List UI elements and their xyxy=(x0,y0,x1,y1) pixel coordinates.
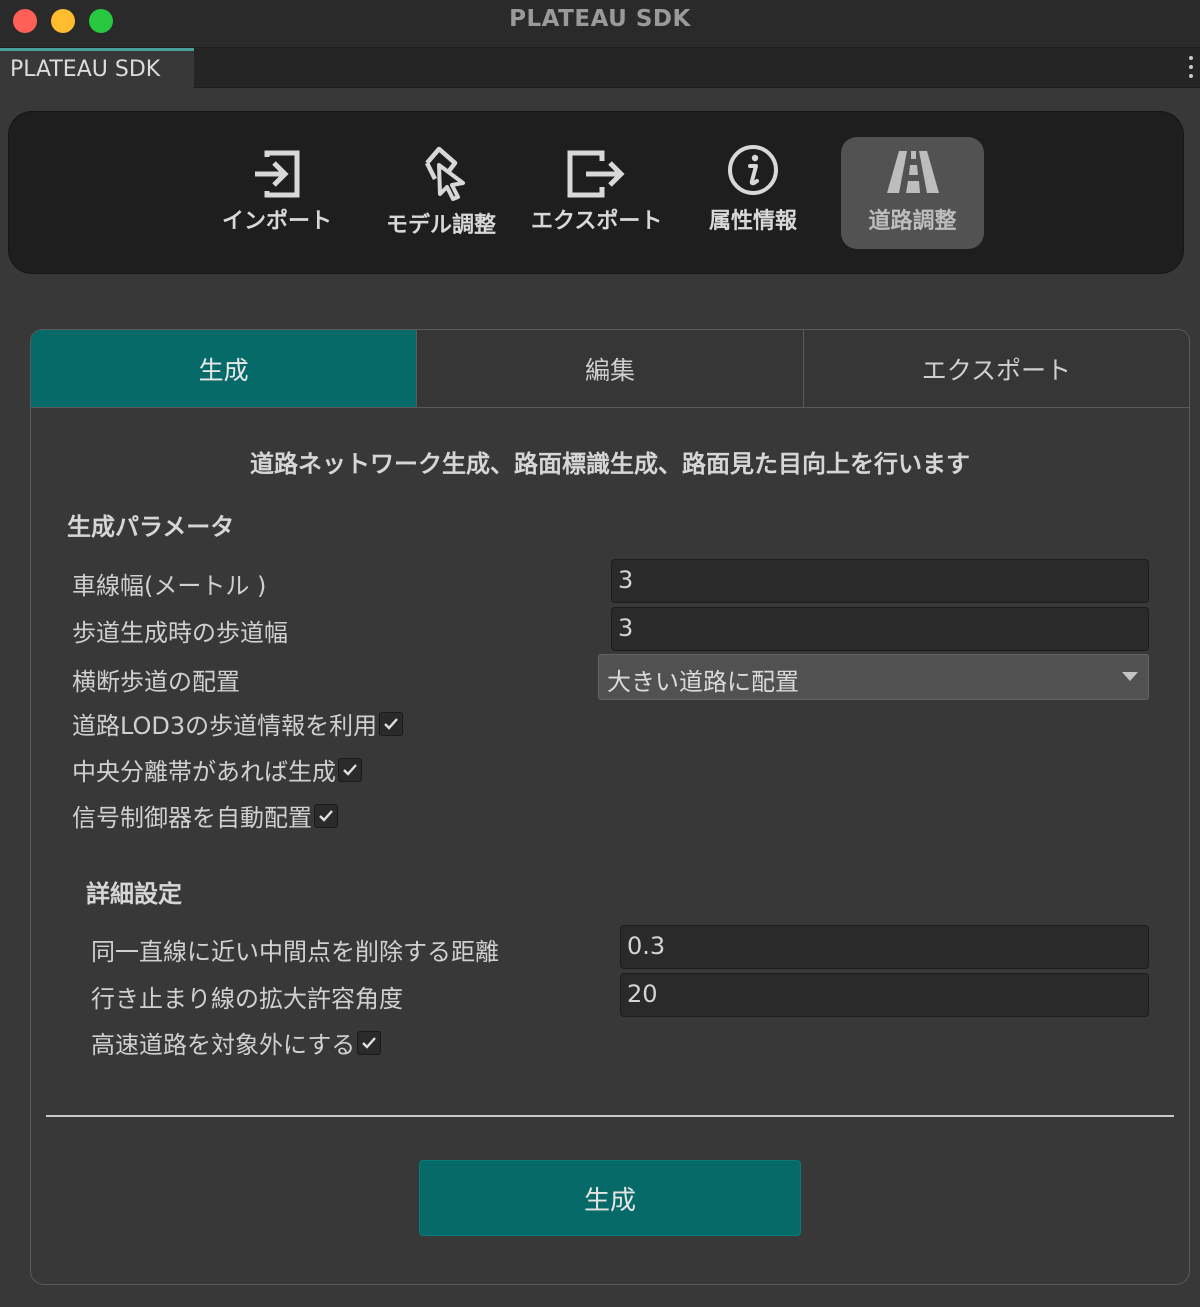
toolbar-import-label: インポート xyxy=(221,209,332,234)
title-bar: PLATEAU SDK xyxy=(0,0,1200,48)
exclude-highway-row[interactable]: 高速道路を対象外にする xyxy=(91,1025,382,1060)
use-lod3-sidewalk-checkbox[interactable] xyxy=(379,711,404,736)
sidewalk-width-input[interactable]: 3 xyxy=(611,607,1149,651)
dead-end-angle-input[interactable]: 20 xyxy=(620,973,1149,1017)
toolbar-import-button[interactable]: インポート xyxy=(217,137,337,249)
crosswalk-placement-value: 大きい道路に配置 xyxy=(607,668,799,696)
toolbar-export-button[interactable]: エクスポート xyxy=(531,137,663,249)
main-toolbar: インポート モデル調整 エクスポート 属性情報 道路調整 xyxy=(8,111,1184,274)
remove-distance-input[interactable]: 0.3 xyxy=(620,925,1149,969)
checkmark-icon xyxy=(319,809,333,822)
tab-export[interactable]: エクスポート xyxy=(802,330,1189,407)
tab-generate[interactable]: 生成 xyxy=(31,330,417,407)
checkmark-icon xyxy=(343,763,357,776)
tab-edit[interactable]: 編集 xyxy=(416,330,803,407)
lane-width-label: 車線幅(メートル ) xyxy=(72,572,267,600)
dead-end-angle-label: 行き止まり線の拡大許容角度 xyxy=(91,985,403,1013)
content-tab-bar: 生成 編集 エクスポート xyxy=(30,329,1190,408)
export-icon xyxy=(567,150,625,198)
checkmark-icon xyxy=(384,717,399,730)
auto-signal-label: 信号制御器を自動配置 xyxy=(72,804,312,832)
median-strip-row[interactable]: 中央分離帯があれば生成 xyxy=(72,752,362,787)
window-tab-plateau-sdk[interactable]: PLATEAU SDK xyxy=(0,48,194,88)
detail-settings-title: 詳細設定 xyxy=(86,880,182,908)
lane-width-input[interactable]: 3 xyxy=(611,559,1149,603)
more-options-icon[interactable] xyxy=(1188,56,1194,78)
toolbar-road-adjust-label: 道路調整 xyxy=(868,209,957,234)
section-divider xyxy=(46,1115,1174,1117)
road-icon xyxy=(886,151,939,193)
toolbar-model-adjust-label: モデル調整 xyxy=(385,213,496,238)
panel-description: 道路ネットワーク生成、路面標識生成、路面見た目向上を行います xyxy=(250,450,970,478)
import-icon xyxy=(255,150,300,198)
crosswalk-placement-select[interactable]: 大きい道路に配置 xyxy=(598,654,1149,700)
toolbar-export-label: エクスポート xyxy=(531,209,663,234)
checkmark-icon xyxy=(362,1036,377,1049)
crosswalk-placement-label: 横断歩道の配置 xyxy=(72,668,240,696)
toolbar-model-adjust-button[interactable]: モデル調整 xyxy=(371,137,511,249)
generate-panel: 道路ネットワーク生成、路面標識生成、路面見た目向上を行います 生成パラメータ 車… xyxy=(30,408,1190,1285)
auto-signal-checkbox[interactable] xyxy=(314,803,338,828)
auto-signal-row[interactable]: 信号制御器を自動配置 xyxy=(72,798,338,833)
use-lod3-sidewalk-label: 道路LOD3の歩道情報を利用 xyxy=(72,712,378,740)
window-tab-strip: PLATEAU SDK xyxy=(0,48,1200,88)
window-title: PLATEAU SDK xyxy=(509,6,691,32)
generation-params-title: 生成パラメータ xyxy=(67,513,235,541)
exclude-highway-checkbox[interactable] xyxy=(357,1030,382,1055)
toolbar-road-adjust-button[interactable]: 道路調整 xyxy=(841,137,984,249)
remove-distance-label: 同一直線に近い中間点を削除する距離 xyxy=(91,938,499,966)
median-strip-checkbox[interactable] xyxy=(338,757,362,782)
exclude-highway-label: 高速道路を対象外にする xyxy=(91,1031,356,1059)
generate-button[interactable]: 生成 xyxy=(419,1160,801,1236)
use-lod3-sidewalk-row[interactable]: 道路LOD3の歩道情報を利用 xyxy=(72,706,404,741)
toolbar-attribute-info-label: 属性情報 xyxy=(708,209,797,234)
toolbar-attribute-info-button[interactable]: 属性情報 xyxy=(693,137,813,249)
sidewalk-width-label: 歩道生成時の歩道幅 xyxy=(72,619,288,647)
model-adjust-icon xyxy=(424,146,465,201)
info-icon xyxy=(728,145,778,195)
chevron-down-icon xyxy=(1122,672,1138,681)
median-strip-label: 中央分離帯があれば生成 xyxy=(72,758,336,786)
